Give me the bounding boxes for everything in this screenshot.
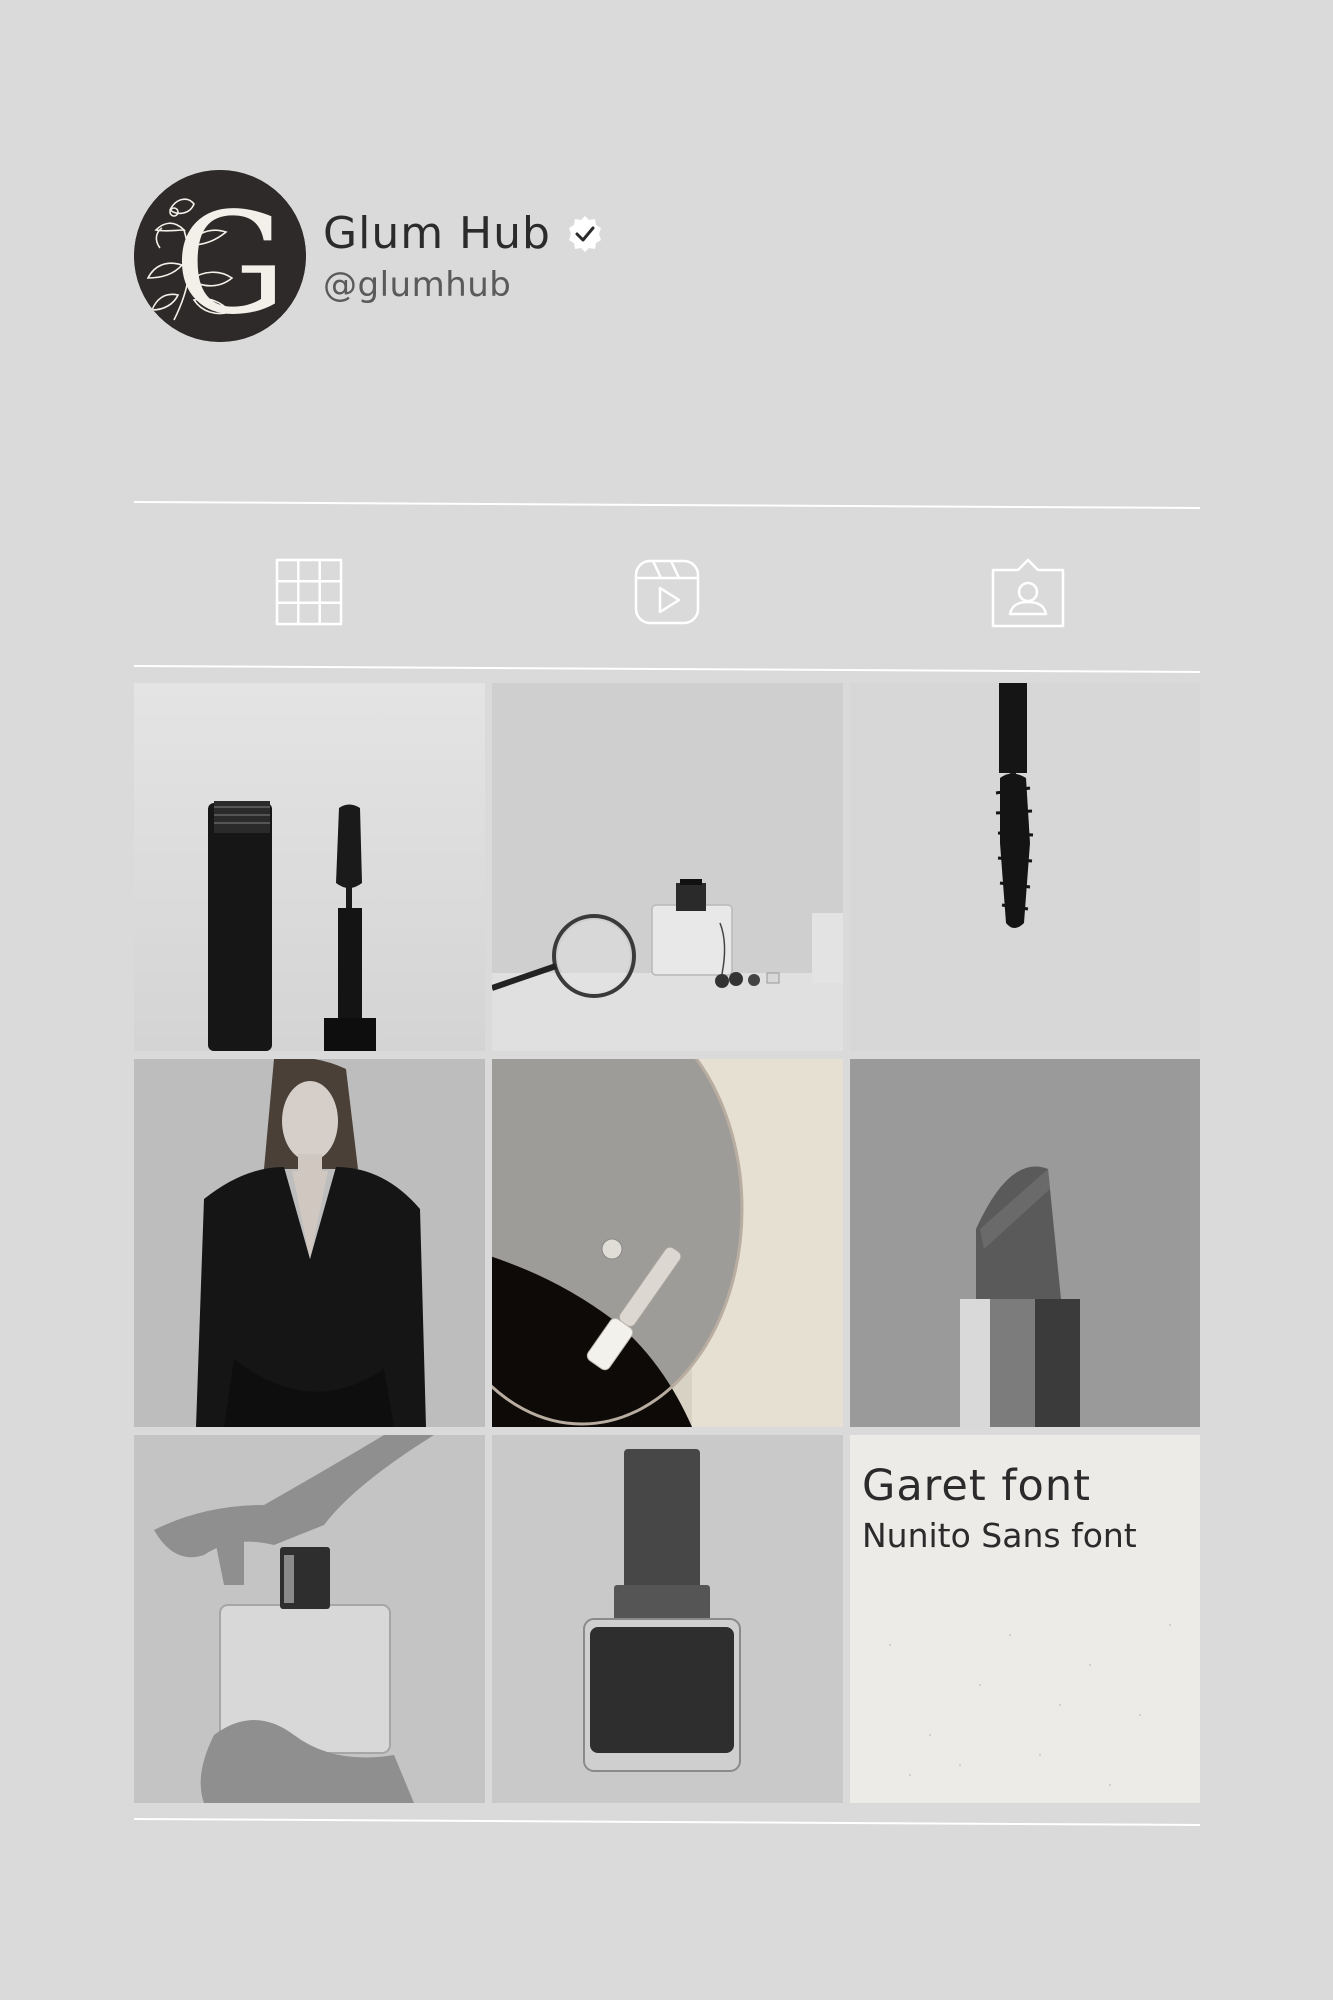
avatar[interactable]: G [134, 170, 306, 342]
tab-reels[interactable] [622, 552, 712, 632]
post-font-card[interactable]: Garet font Nunito Sans font [850, 1435, 1200, 1803]
divider-bottom [134, 1817, 1200, 1827]
divider-tabs [134, 664, 1200, 674]
profile-name-row: Glum Hub [323, 212, 605, 256]
model-portrait-photo [134, 1059, 485, 1427]
post-perfume-magnifier[interactable] [492, 683, 843, 1051]
mascara-tube-photo [134, 683, 485, 1051]
mirror-dropper-photo [492, 1059, 843, 1427]
perfume-magnifier-photo [492, 683, 843, 1051]
profile-name: Glum Hub [323, 208, 551, 259]
post-grid: Garet font Nunito Sans font [134, 683, 1200, 1805]
profile-handle[interactable]: @glumhub [323, 268, 511, 302]
post-mirror-dropper[interactable] [492, 1059, 843, 1427]
tagged-icon [991, 558, 1065, 628]
tab-posts[interactable] [264, 552, 354, 632]
grid-icon [275, 558, 343, 626]
tab-tagged[interactable] [983, 552, 1073, 632]
perfume-hands-photo [134, 1435, 485, 1803]
post-lipstick[interactable] [850, 1059, 1200, 1427]
font-card-title: Garet font [862, 1461, 1091, 1511]
post-mascara-tube[interactable] [134, 683, 485, 1051]
avatar-letter: G [174, 183, 286, 342]
reels-icon [634, 559, 700, 625]
mascara-wand-photo [850, 683, 1200, 1051]
post-mascara-wand[interactable] [850, 683, 1200, 1051]
divider-top [134, 500, 1200, 510]
font-card-subtitle: Nunito Sans font [862, 1516, 1137, 1555]
nail-polish-photo [492, 1435, 843, 1803]
post-nail-polish[interactable] [492, 1435, 843, 1803]
post-model-portrait[interactable] [134, 1059, 485, 1427]
post-perfume-hands[interactable] [134, 1435, 485, 1803]
avatar-logo-icon: G [134, 170, 306, 342]
lipstick-photo [850, 1059, 1200, 1427]
verified-badge-icon [568, 216, 601, 252]
